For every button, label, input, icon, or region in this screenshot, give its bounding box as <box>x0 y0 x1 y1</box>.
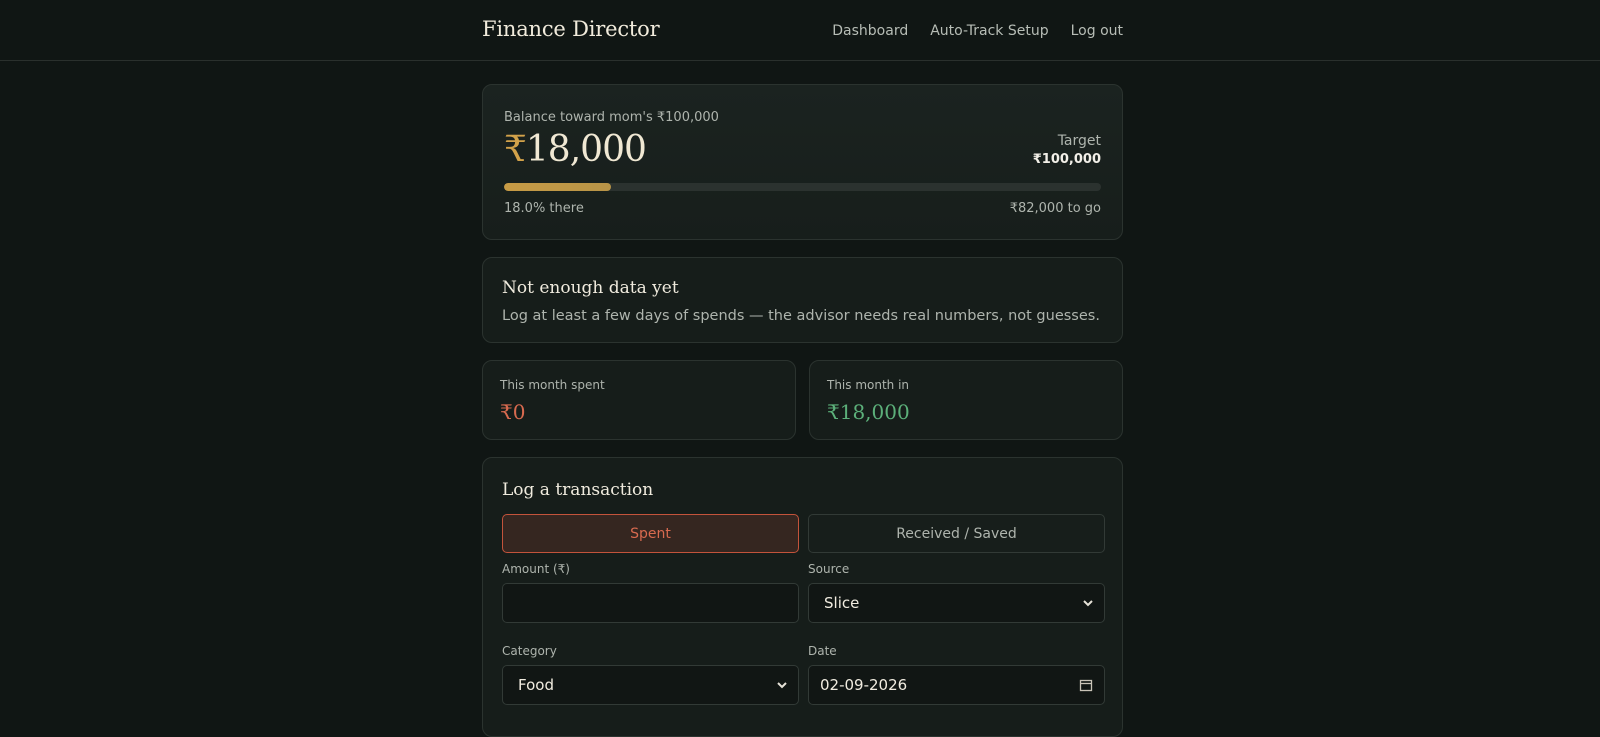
spent-toggle-button[interactable]: Spent <box>502 514 799 553</box>
progress-percent: 18.0% there <box>504 201 584 216</box>
top-bar: Finance Director Dashboard Auto-Track Se… <box>0 0 1600 61</box>
nav-logout-link[interactable]: Log out <box>1071 23 1123 39</box>
source-selected-value: Slice <box>824 594 860 612</box>
advisor-message: Log at least a few days of spends — the … <box>502 308 1100 324</box>
amount-input[interactable] <box>518 594 783 612</box>
balance-amount: ₹18,000 <box>504 129 647 170</box>
advisor-card: Not enough data yet Log at least a few d… <box>482 257 1123 343</box>
balance-card: Balance toward mom's ₹100,000 ₹18,000 Ta… <box>482 84 1123 240</box>
nav-dashboard-link[interactable]: Dashboard <box>832 23 908 39</box>
nav-auto-track-link[interactable]: Auto-Track Setup <box>930 23 1048 39</box>
balance-label: Balance toward mom's ₹100,000 <box>504 110 719 125</box>
target-label: Target <box>1057 133 1101 149</box>
currency-symbol: ₹ <box>504 129 527 170</box>
advisor-title: Not enough data yet <box>502 278 679 298</box>
received-toggle-button[interactable]: Received / Saved <box>808 514 1105 553</box>
balance-value: 18,000 <box>525 129 647 170</box>
month-in-card: This month in ₹18,000 <box>809 360 1123 440</box>
main-nav: Dashboard Auto-Track Setup Log out <box>832 23 1123 39</box>
target-value: ₹100,000 <box>1032 152 1101 167</box>
amount-field[interactable] <box>502 583 799 623</box>
month-in-label: This month in <box>827 378 910 392</box>
chevron-down-icon <box>777 682 787 689</box>
chevron-down-icon <box>1083 600 1093 607</box>
category-label: Category <box>502 644 557 658</box>
source-label: Source <box>808 562 850 576</box>
category-select[interactable]: Food <box>502 665 799 705</box>
progress-bar-fill <box>504 183 612 191</box>
progress-bar <box>504 183 1101 191</box>
amount-label: Amount (₹) <box>502 562 570 576</box>
category-selected-value: Food <box>518 676 554 694</box>
log-title: Log a transaction <box>502 480 654 500</box>
month-spent-card: This month spent ₹0 <box>482 360 796 440</box>
brand-title: Finance Director <box>482 17 660 41</box>
date-label: Date <box>808 644 837 658</box>
source-select[interactable]: Slice <box>808 583 1105 623</box>
log-transaction-card: Log a transaction Spent Received / Saved… <box>482 457 1123 737</box>
date-field[interactable]: 02-09-2026 <box>808 665 1105 705</box>
month-spent-label: This month spent <box>500 378 605 392</box>
month-in-value: ₹18,000 <box>827 400 910 424</box>
calendar-icon[interactable] <box>1079 678 1093 692</box>
month-spent-value: ₹0 <box>500 400 526 424</box>
remaining-amount: ₹82,000 to go <box>1009 201 1101 216</box>
date-value: 02-09-2026 <box>820 676 908 694</box>
